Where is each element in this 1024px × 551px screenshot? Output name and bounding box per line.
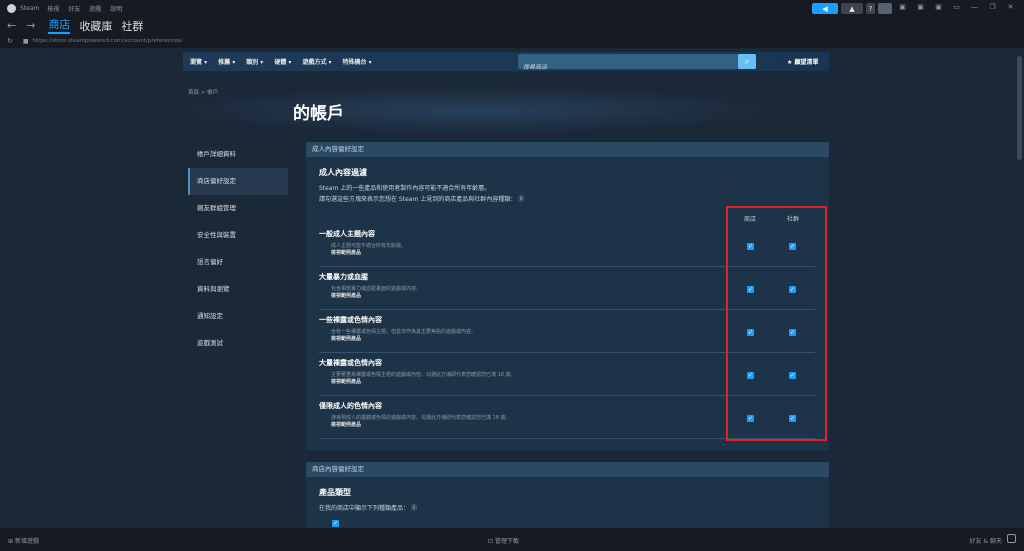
help-button[interactable]: ? — [866, 3, 875, 14]
mature-filter-desc-2: 請勾選這些方塊來表示您想在 Steam 上見到的商店產品與社群內容種類： ⓪ — [319, 194, 524, 203]
annotation-highlight-box — [726, 206, 827, 441]
monitor-icon[interactable]: ▭ — [949, 3, 964, 14]
menu-family-management[interactable]: 親友群組管理 — [188, 195, 288, 222]
scrollbar-thumb[interactable] — [1017, 56, 1022, 160]
row-title: 大量裸露或色情內容 — [319, 359, 382, 367]
info-icon[interactable]: ⓪ — [518, 196, 524, 203]
manage-downloads-button[interactable]: ⊡ 管理下載 — [488, 536, 519, 545]
row-desc: 游導現成人的露體或色情的遊戲或內容。勾選此方塊即代表您確認您已滿 18 歲。 — [331, 415, 511, 421]
tab-community[interactable]: 社群 — [121, 18, 143, 34]
store-nav-special[interactable]: 特殊機台 ▾ — [343, 57, 372, 66]
friends-chat-button[interactable]: 好友 & 聊天 — [970, 536, 1003, 545]
bottom-bar: ⊞ 新增遊戲 ⊡ 管理下載 好友 & 聊天 — [0, 528, 1024, 551]
restore-icon[interactable]: ❐ — [985, 3, 1000, 14]
row-title: 一些裸露或色情內容 — [319, 316, 382, 324]
product-type-desc-text: 在我的商店中顯示下列種類產品： — [319, 505, 410, 512]
steam-logo-icon — [7, 4, 16, 13]
view-examples-link[interactable]: 檢視範例產品 — [331, 292, 361, 299]
screenshot-icon[interactable]: ▣ — [895, 3, 910, 14]
menu-playtests[interactable]: 遊戲測試 — [188, 330, 288, 357]
minimize-icon[interactable]: — — [967, 3, 982, 14]
refresh-icon[interactable]: ↻ — [7, 37, 13, 45]
main-tabs: 商店 收藏庫 社群 — [48, 18, 143, 34]
search-button[interactable]: ⌕ — [738, 54, 756, 69]
view-examples-link[interactable]: 檢視範例產品 — [331, 335, 361, 342]
menu-account-details[interactable]: 帳戶詳細資料 — [188, 141, 288, 168]
url-bar: ↻ ■ https://store.steampowered.com/accou… — [0, 34, 1024, 48]
search-icon: ⌕ — [744, 57, 750, 66]
vr-icon[interactable]: ▣ — [931, 3, 946, 14]
store-nav-recommended[interactable]: 推薦 ▾ — [218, 57, 235, 66]
wishlist-label: 願望清單 — [794, 59, 819, 66]
product-type-title: 產品類型 — [319, 488, 351, 497]
nav-row: ← → 商店 收藏庫 社群 — [0, 17, 1024, 34]
window-controls: ◀ ▲ ? ▣ ▣ ▣ ▭ — ❐ ✕ — [812, 3, 1018, 14]
announcement-button[interactable]: ◀ — [812, 3, 838, 14]
mature-content-section-header: 成人內容偏好設定 — [306, 142, 829, 157]
title-bar: Steam 檢視 好友 遊戲 說明 ◀ ▲ ? ▣ ▣ ▣ ▭ — ❐ ✕ — [0, 0, 1024, 17]
store-nav-categories[interactable]: 類別 ▾ — [246, 57, 263, 66]
product-type-desc: 在我的商店中顯示下列種類產品： ⓪ — [319, 503, 417, 512]
avatar[interactable] — [878, 3, 892, 14]
row-desc: 包含相當暴力或血腥畫面的遊戲或內容。 — [331, 286, 422, 292]
account-menu: 帳戶詳細資料 商店偏好設定 親友群組管理 安全性與裝置 語言偏好 資料與瀏覽 通… — [188, 141, 288, 357]
store-nav-hardware[interactable]: 硬體 ▾ — [274, 57, 291, 66]
row-desc: 含有一些裸露或色情主題，但並非作為其主要焦點的遊戲或內容。 — [331, 329, 477, 335]
downloads-label: 管理下載 — [494, 538, 519, 545]
menu-notification-settings[interactable]: 通知設定 — [188, 303, 288, 330]
menu-store-preferences[interactable]: 商店偏好設定 — [188, 168, 288, 195]
tab-library[interactable]: 收藏庫 — [79, 18, 112, 34]
store-content-section-header: 商店內容偏好設定 — [306, 462, 829, 477]
url-text[interactable]: https://store.steampowered.com/account/p… — [33, 38, 183, 44]
wishlist-link[interactable]: ★ 願望清單 — [787, 57, 818, 66]
add-game-label: 新增遊戲 — [14, 538, 39, 545]
search-box: ⌕ — [518, 54, 756, 75]
view-examples-link[interactable]: 檢視範例產品 — [331, 421, 361, 428]
menu-data-browsing[interactable]: 資料與瀏覽 — [188, 276, 288, 303]
add-game-button[interactable]: ⊞ 新增遊戲 — [8, 536, 39, 545]
row-title: 一般成人主題內容 — [319, 230, 375, 238]
store-nav-ways-to-play[interactable]: 遊戲方式 ▾ — [302, 57, 331, 66]
hero-background — [188, 82, 828, 138]
menu-security-devices[interactable]: 安全性與裝置 — [188, 222, 288, 249]
top-menu: 檢視 好友 遊戲 說明 — [47, 4, 129, 13]
page-title: 的帳戶 — [293, 104, 344, 124]
plus-icon: ⊞ — [8, 538, 15, 545]
view-examples-link[interactable]: 檢視範例產品 — [331, 378, 361, 385]
close-icon[interactable]: ✕ — [1003, 3, 1018, 14]
tab-store[interactable]: 商店 — [48, 18, 71, 34]
download-icon: ⊡ — [488, 538, 495, 545]
bell-icon: ▲ — [849, 4, 855, 13]
row-title: 僅限成人的色情內容 — [319, 402, 382, 410]
menu-help[interactable]: 說明 — [110, 6, 122, 13]
mature-filter-desc-1: Steam 上的一些產品和使用者製作內容可能不適合所有年齡層。 — [319, 185, 491, 192]
app-name: Steam — [20, 5, 40, 12]
megaphone-icon: ◀ — [822, 4, 828, 13]
lock-icon: ■ — [22, 37, 29, 45]
menu-games[interactable]: 遊戲 — [89, 6, 101, 13]
menu-friends[interactable]: 好友 — [68, 6, 80, 13]
product-type-checkbox[interactable]: ✓ — [332, 520, 339, 527]
notification-button[interactable]: ▲ — [841, 3, 863, 14]
friends-chat-icon[interactable] — [1007, 534, 1016, 543]
row-title: 大量暴力或血腥 — [319, 273, 368, 281]
mature-filter-desc-2-text: 請勾選這些方塊來表示您想在 Steam 上見到的商店產品與社群內容種類： — [319, 196, 517, 203]
store-nav: 瀏覽 ▾ 推薦 ▾ 類別 ▾ 硬體 ▾ 遊戲方式 ▾ 特殊機台 ▾ ⌕ ★ 願望… — [183, 52, 829, 75]
row-desc: 成人主題可能不適合所有年齡層。 — [331, 243, 407, 249]
store-nav-browse[interactable]: 瀏覽 ▾ — [190, 57, 207, 66]
question-icon: ? — [868, 4, 873, 13]
search-input[interactable] — [518, 60, 733, 75]
mature-filter-title: 成人內容過濾 — [319, 168, 367, 177]
row-desc: 主要著重為裸露或色情主題的遊戲或內容。勾選此方塊即代表您確認您已滿 18 歲。 — [331, 372, 516, 378]
info-icon[interactable]: ⓪ — [411, 505, 417, 512]
back-arrow-icon[interactable]: ← — [7, 19, 16, 32]
menu-view[interactable]: 檢視 — [47, 6, 59, 13]
menu-language-preferences[interactable]: 語言偏好 — [188, 249, 288, 276]
controller-icon[interactable]: ▣ — [913, 3, 928, 14]
view-examples-link[interactable]: 檢視範例產品 — [331, 249, 361, 256]
forward-arrow-icon[interactable]: → — [26, 19, 35, 32]
breadcrumb[interactable]: 首頁 > 帳戶 — [188, 88, 218, 96]
